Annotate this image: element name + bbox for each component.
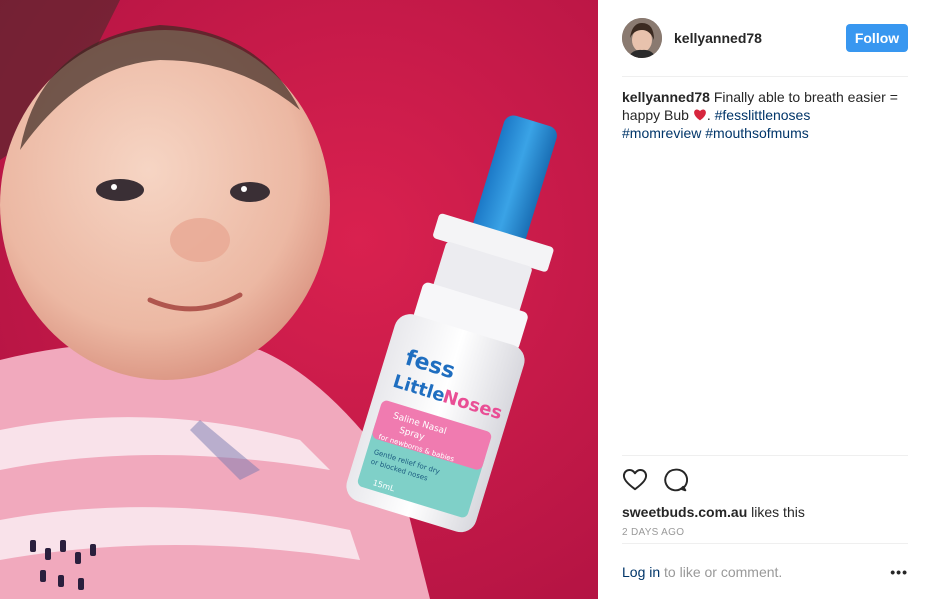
baby-photo: fess Little Noses Saline Nasal Spray for… bbox=[0, 0, 598, 599]
comment-bubble-icon[interactable] bbox=[662, 467, 688, 493]
likes-suffix: likes this bbox=[747, 504, 805, 520]
hashtag-fesslittlenoses[interactable]: #fesslittlenoses bbox=[715, 107, 811, 123]
follow-button[interactable]: Follow bbox=[846, 24, 908, 52]
post-header: kellyanned78 Follow bbox=[622, 0, 908, 77]
likes-line: sweetbuds.com.au likes this bbox=[622, 504, 908, 520]
login-prompt-rest: to like or comment. bbox=[660, 563, 783, 580]
post-actions: sweetbuds.com.au likes this 2 DAYS AGO bbox=[622, 455, 908, 538]
profile-photo-icon bbox=[622, 18, 662, 58]
login-prompt: Log in to like or comment. bbox=[622, 564, 782, 580]
hashtag-mouthsofmums[interactable]: #mouthsofmums bbox=[705, 125, 808, 141]
avatar[interactable] bbox=[622, 18, 662, 58]
like-heart-icon[interactable] bbox=[622, 467, 648, 493]
caption-text-2: . bbox=[706, 107, 715, 123]
instagram-post: fess Little Noses Saline Nasal Spray for… bbox=[0, 0, 932, 599]
post-photo[interactable]: fess Little Noses Saline Nasal Spray for… bbox=[0, 0, 598, 599]
author-username[interactable]: kellyanned78 bbox=[674, 30, 762, 46]
post-age: 2 DAYS AGO bbox=[622, 527, 685, 538]
hashtag-momreview[interactable]: #momreview bbox=[622, 125, 701, 141]
heart-emoji-icon bbox=[693, 109, 706, 121]
post-caption: kellyanned78 Finally able to breath easi… bbox=[622, 88, 912, 142]
post-footer: Log in to like or comment. ••• bbox=[622, 543, 908, 599]
caption-username[interactable]: kellyanned78 bbox=[622, 89, 710, 105]
liker-username[interactable]: sweetbuds.com.au bbox=[622, 504, 747, 520]
login-link[interactable]: Log in bbox=[622, 564, 660, 580]
action-icons bbox=[622, 456, 908, 502]
post-panel: kellyanned78 Follow kellyanned78 Finally… bbox=[598, 0, 932, 599]
more-options-icon[interactable]: ••• bbox=[890, 564, 908, 580]
